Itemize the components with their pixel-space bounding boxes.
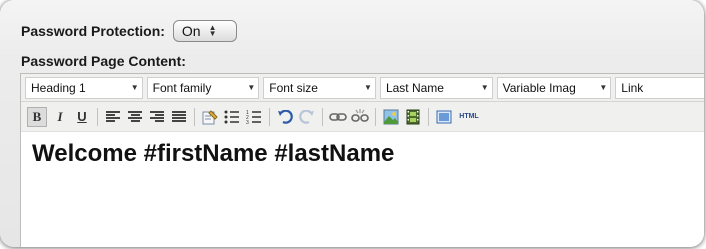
image-icon [383,109,399,124]
redo-button[interactable] [296,106,318,128]
toolbar-separator [428,107,429,126]
align-right-button[interactable] [146,106,168,128]
undo-button[interactable] [274,106,296,128]
heading-dropdown[interactable]: Heading 1 ▼ [25,76,143,99]
svg-text:3: 3 [246,120,249,124]
justify-button[interactable] [168,106,190,128]
link-icon [329,112,347,121]
heading-dropdown-value: Heading 1 [31,80,86,95]
bullet-list-button[interactable] [221,106,243,128]
font-family-dropdown[interactable]: Font family ▼ [146,76,260,99]
bullet-list-icon [224,110,239,123]
toolbar-separator [375,107,376,126]
password-protection-stepper[interactable]: On ▲ ▼ [172,20,237,42]
chevron-down-icon: ▼ [599,82,608,92]
html-source-button[interactable]: HTML [455,106,483,128]
justify-icon [172,110,186,123]
editor-content-area[interactable]: Welcome #firstName #lastName [21,132,704,168]
link-dropdown-value: Link [621,80,644,95]
align-center-button[interactable] [124,106,146,128]
settings-panel: Password Protection: On ▲ ▼ Password Page… [0,0,704,247]
rich-text-editor: Heading 1 ▼ Font family ▼ Font size ▼ La… [20,73,704,247]
edit-style-icon [202,109,218,124]
insert-link-button[interactable] [327,106,349,128]
fullscreen-button[interactable] [433,106,455,128]
toolbar-separator [97,107,98,126]
link-dropdown[interactable]: Link [615,76,704,99]
chevron-down-icon: ▼ [247,82,256,92]
align-left-icon [106,110,120,123]
font-size-dropdown[interactable]: Font size ▼ [263,76,376,99]
unlink-icon [351,108,369,122]
align-left-button[interactable] [102,106,124,128]
fullscreen-icon [436,110,452,123]
editor-content-text: Welcome #firstName #lastName [32,140,395,167]
editor-toolbar-dropdowns: Heading 1 ▼ Font family ▼ Font size ▼ La… [21,74,704,102]
chevron-down-icon: ▼ [130,82,139,92]
password-protection-row: Password Protection: On ▲ ▼ [21,20,237,42]
variable-image-dropdown[interactable]: Variable Imag ▼ [496,76,612,99]
italic-button[interactable]: I [49,106,71,128]
password-page-content-label: Password Page Content: [21,53,186,69]
font-family-dropdown-value: Font family [152,80,212,95]
password-protection-value: On [181,23,201,39]
chevron-down-icon: ▼ [364,82,372,92]
unlink-button[interactable] [349,106,371,128]
edit-style-button[interactable] [199,106,221,128]
font-size-dropdown-value: Font size [269,80,318,95]
last-name-dropdown-value: Last Name [385,80,444,95]
chevron-down-icon: ▼ [480,82,489,92]
toolbar-separator [322,107,323,126]
insert-image-button[interactable] [380,106,402,128]
redo-icon [299,109,314,124]
align-center-icon [128,110,142,123]
up-down-arrows-icon[interactable]: ▲ ▼ [209,24,217,38]
numbered-list-button[interactable]: 1 2 3 [243,106,265,128]
bold-button[interactable]: B [27,106,47,127]
insert-media-button[interactable] [402,106,424,128]
undo-icon [278,109,293,124]
toolbar-separator [269,107,270,126]
film-icon [406,109,420,124]
password-protection-label: Password Protection: [21,23,165,39]
editor-toolbar-buttons: B I U 1 2 3 HTML [21,102,704,132]
variable-image-dropdown-value: Variable Imag [502,80,576,95]
align-right-icon [150,110,164,123]
last-name-dropdown[interactable]: Last Name ▼ [379,76,493,99]
numbered-list-icon: 1 2 3 [246,110,261,124]
underline-button[interactable]: U [71,106,93,128]
toolbar-separator [194,107,195,126]
content-label-row: Password Page Content: [21,53,186,71]
